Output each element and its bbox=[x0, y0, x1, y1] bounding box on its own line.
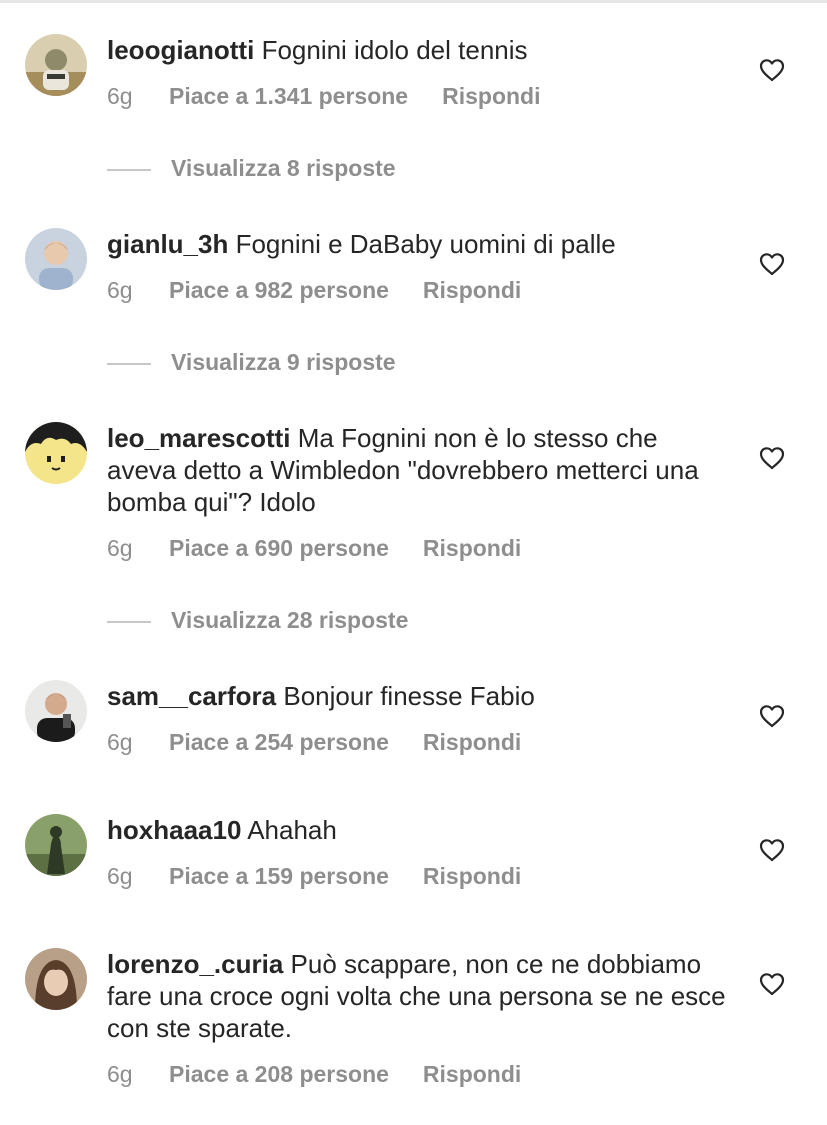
reply-button[interactable]: Rispondi bbox=[423, 275, 521, 305]
comment-text: leoogianotti Fognini idolo del tennis bbox=[107, 34, 727, 66]
heart-icon[interactable] bbox=[759, 446, 785, 470]
comment-username[interactable]: gianlu_3h bbox=[107, 229, 228, 259]
view-replies-button[interactable]: Visualizza 28 risposte bbox=[107, 605, 408, 635]
comment-text: leo_marescotti Ma Fognini non è lo stess… bbox=[107, 422, 727, 518]
comment-meta: 6g Piace a 159 persone Rispondi bbox=[107, 861, 727, 891]
comment-meta: 6g Piace a 208 persone Rispondi bbox=[107, 1059, 727, 1089]
comment-meta: 6g Piace a 982 persone Rispondi bbox=[107, 275, 727, 305]
comment-body: Fognini e DaBaby uomini di palle bbox=[235, 229, 616, 259]
reply-button[interactable]: Rispondi bbox=[423, 861, 521, 891]
comment-username[interactable]: hoxhaaa10 bbox=[107, 815, 241, 845]
comment-username[interactable]: leo_marescotti bbox=[107, 423, 291, 453]
view-replies-label: Visualizza 9 risposte bbox=[171, 349, 396, 375]
comment-time: 6g bbox=[107, 535, 133, 561]
comment-text: hoxhaaa10 Ahahah bbox=[107, 814, 727, 846]
avatar[interactable] bbox=[25, 680, 87, 742]
heart-icon[interactable] bbox=[759, 838, 785, 862]
comment-text: gianlu_3h Fognini e DaBaby uomini di pal… bbox=[107, 228, 727, 260]
avatar[interactable] bbox=[25, 228, 87, 290]
view-replies-button[interactable]: Visualizza 8 risposte bbox=[107, 153, 396, 183]
comment-likes-link[interactable]: Piace a 254 persone bbox=[169, 727, 389, 757]
comment-time: 6g bbox=[107, 729, 133, 755]
comment-username[interactable]: lorenzo_.curia bbox=[107, 949, 283, 979]
comment-likes-link[interactable]: Piace a 208 persone bbox=[169, 1059, 389, 1089]
comment-username[interactable]: sam__carfora bbox=[107, 681, 276, 711]
comment-time: 6g bbox=[107, 863, 133, 889]
heart-icon[interactable] bbox=[759, 704, 785, 728]
reply-button[interactable]: Rispondi bbox=[423, 1059, 521, 1089]
heart-icon[interactable] bbox=[759, 972, 785, 996]
comment-likes-link[interactable]: Piace a 982 persone bbox=[169, 275, 389, 305]
comment-likes-link[interactable]: Piace a 1.341 persone bbox=[169, 81, 408, 111]
comment-text: lorenzo_.curia Può scappare, non ce ne d… bbox=[107, 948, 727, 1044]
avatar[interactable] bbox=[25, 422, 87, 484]
comment-body: Ahahah bbox=[247, 815, 337, 845]
comment-meta: 6g Piace a 1.341 persone Rispondi bbox=[107, 81, 727, 111]
comment-likes-link[interactable]: Piace a 159 persone bbox=[169, 861, 389, 891]
comment-meta: 6g Piace a 254 persone Rispondi bbox=[107, 727, 727, 757]
view-replies-button[interactable]: Visualizza 9 risposte bbox=[107, 347, 396, 377]
comment-body: Bonjour finesse Fabio bbox=[283, 681, 535, 711]
reply-button[interactable]: Rispondi bbox=[423, 533, 521, 563]
replies-divider bbox=[107, 620, 151, 623]
top-divider bbox=[0, 0, 827, 3]
replies-divider bbox=[107, 168, 151, 171]
comment-body: Fognini idolo del tennis bbox=[261, 35, 528, 65]
comment-time: 6g bbox=[107, 1061, 133, 1087]
heart-icon[interactable] bbox=[759, 252, 785, 276]
avatar[interactable] bbox=[25, 948, 87, 1010]
comment-time: 6g bbox=[107, 83, 133, 109]
view-replies-label: Visualizza 28 risposte bbox=[171, 607, 409, 633]
comment-username[interactable]: leoogianotti bbox=[107, 35, 254, 65]
avatar[interactable] bbox=[25, 814, 87, 876]
avatar[interactable] bbox=[25, 34, 87, 96]
view-replies-label: Visualizza 8 risposte bbox=[171, 155, 396, 181]
heart-icon[interactable] bbox=[759, 58, 785, 82]
reply-button[interactable]: Rispondi bbox=[442, 81, 540, 111]
reply-button[interactable]: Rispondi bbox=[423, 727, 521, 757]
comment-time: 6g bbox=[107, 277, 133, 303]
comment-text: sam__carfora Bonjour finesse Fabio bbox=[107, 680, 727, 712]
comment-meta: 6g Piace a 690 persone Rispondi bbox=[107, 533, 727, 563]
comment-likes-link[interactable]: Piace a 690 persone bbox=[169, 533, 389, 563]
replies-divider bbox=[107, 362, 151, 365]
